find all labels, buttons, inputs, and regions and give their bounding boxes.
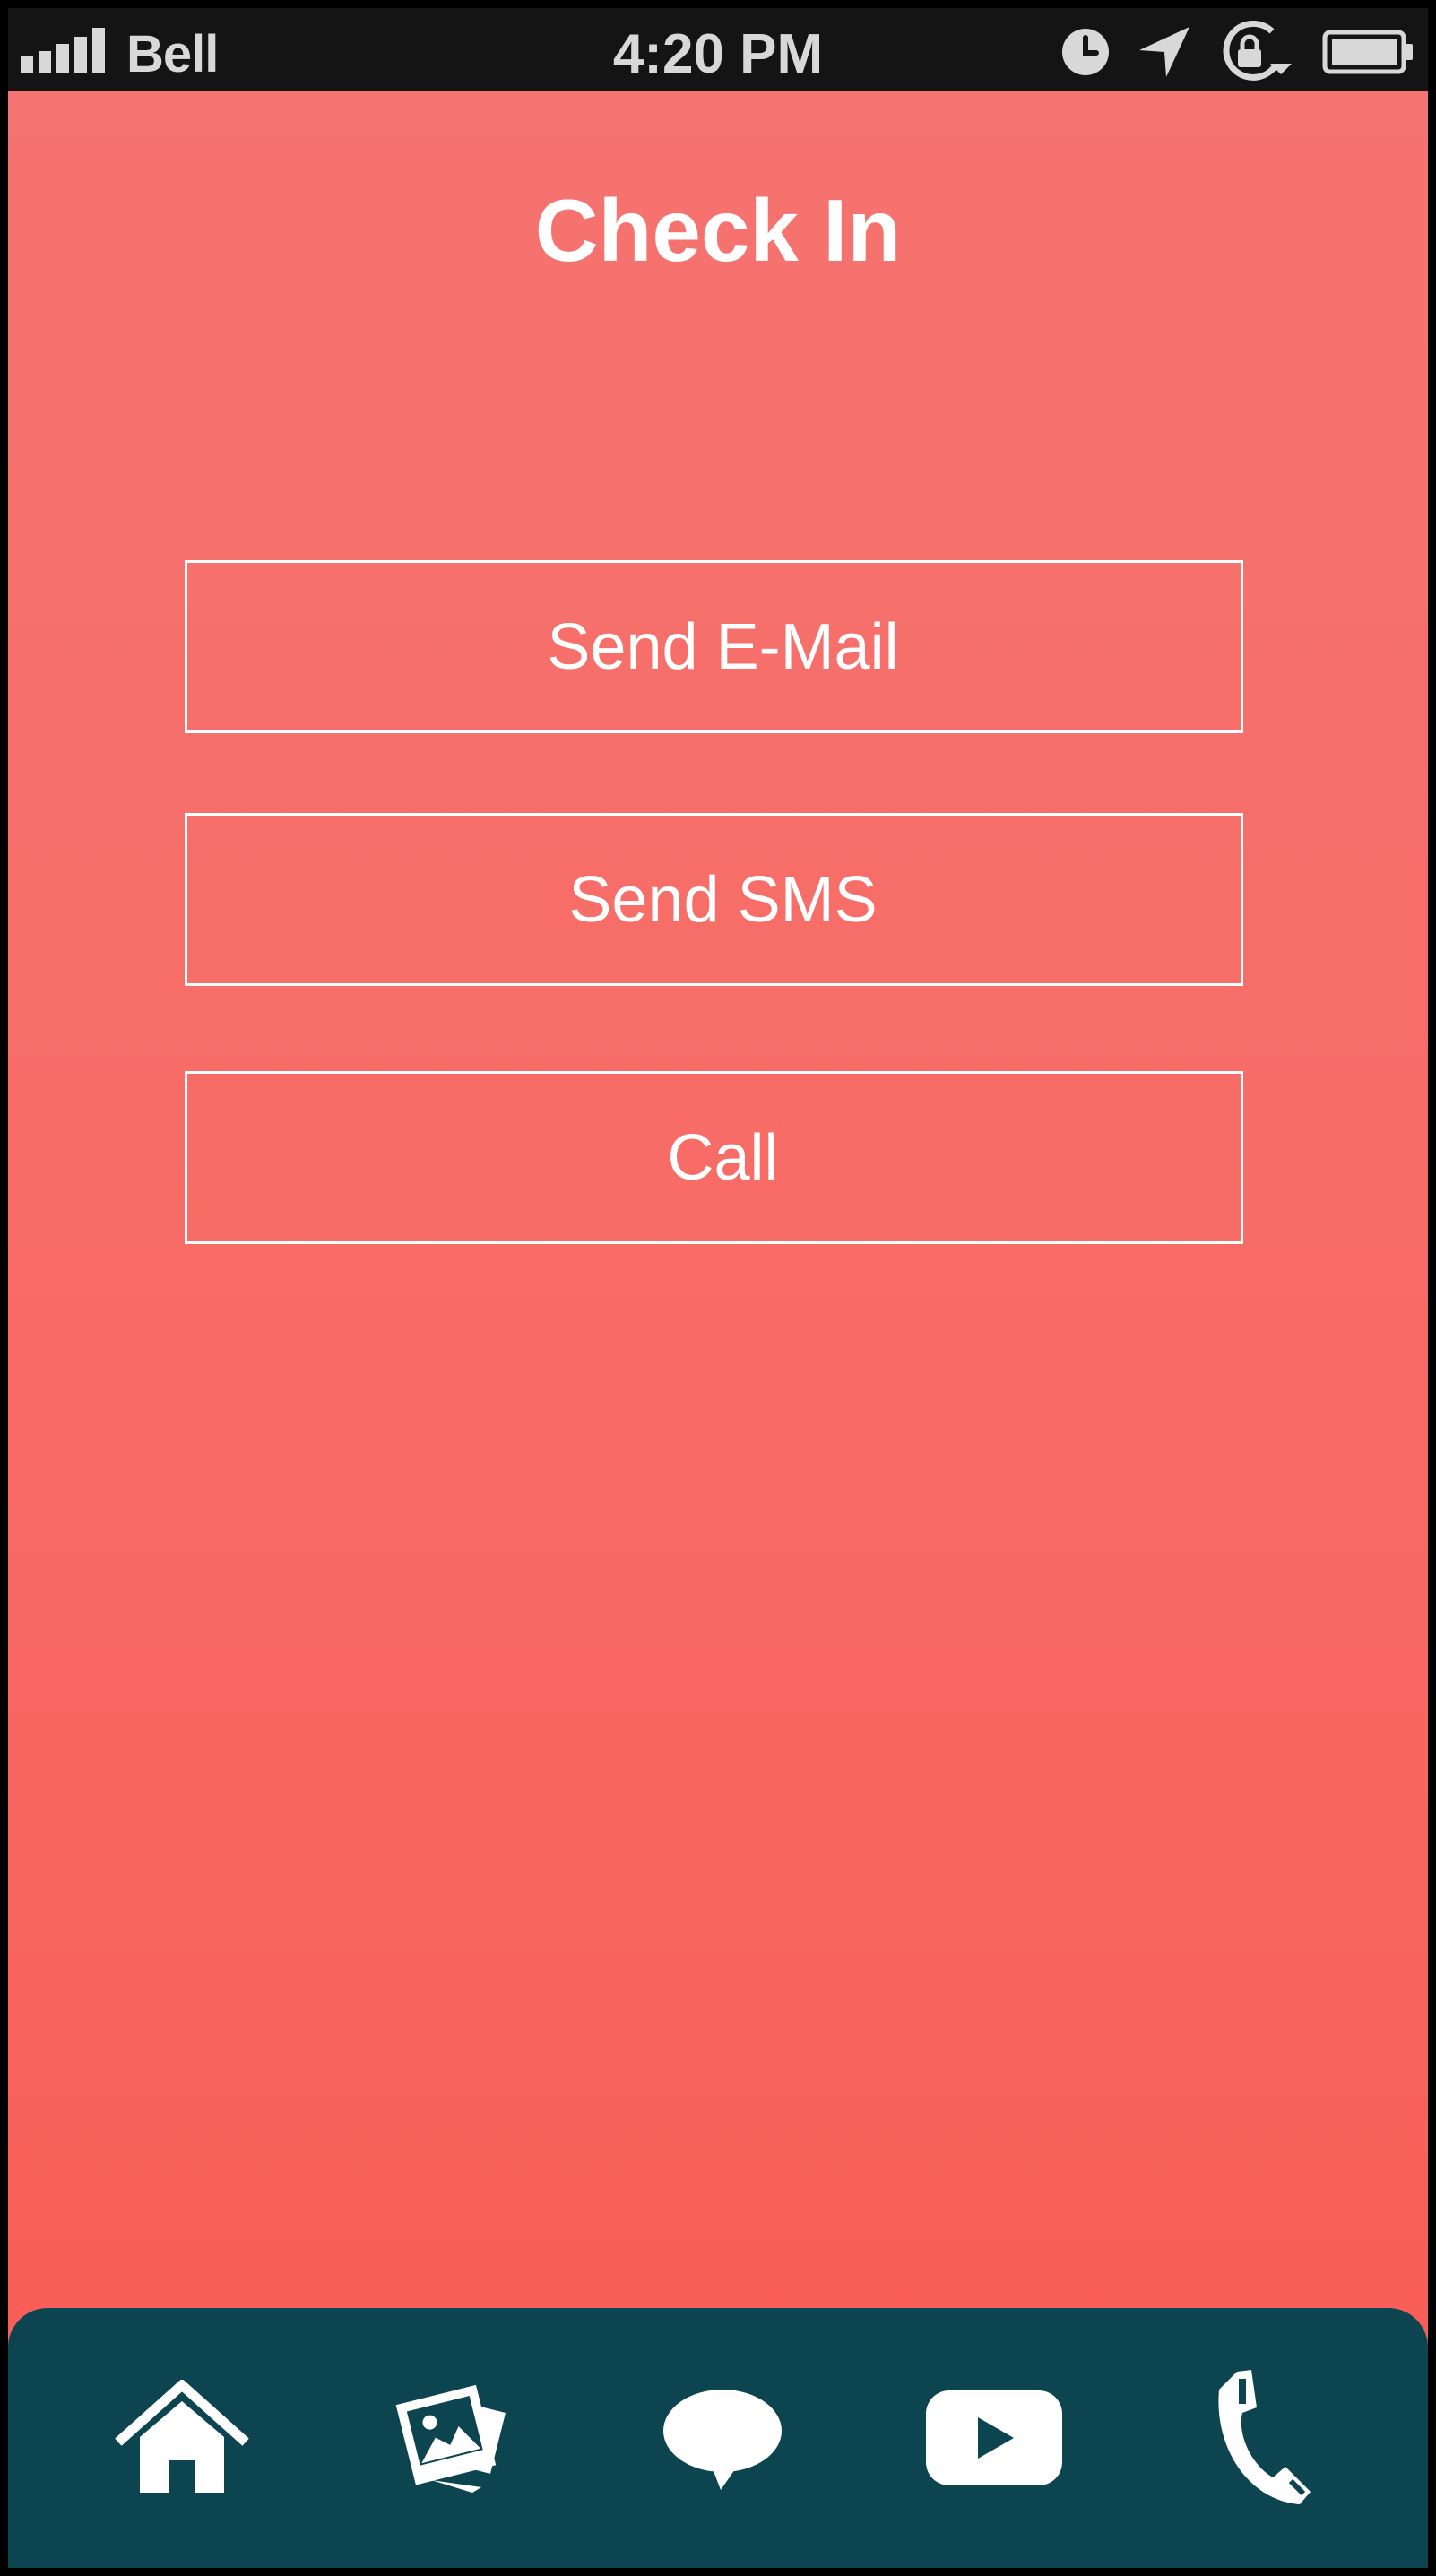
chat-bubble-icon	[663, 2390, 782, 2490]
send-email-label: Send E-Mail	[547, 610, 899, 683]
send-sms-label: Send SMS	[568, 863, 878, 936]
photos-icon	[395, 2384, 506, 2493]
tab-video[interactable]	[904, 2308, 1084, 2568]
phone-icon	[1218, 2370, 1311, 2504]
tab-bar	[8, 2308, 1428, 2568]
device-frame: Bell 4:20 PM Check In Send E-Mail Send S…	[0, 0, 1436, 2576]
tab-chat[interactable]	[633, 2308, 812, 2568]
video-play-icon	[926, 2390, 1062, 2485]
clock-icon	[1062, 29, 1109, 75]
tab-phone[interactable]	[1175, 2308, 1354, 2568]
send-sms-button[interactable]: Send SMS	[185, 813, 1243, 986]
status-bar: Bell 4:20 PM	[8, 8, 1428, 91]
page-title: Check In	[534, 181, 902, 280]
send-email-button[interactable]: Send E-Mail	[185, 560, 1243, 733]
tab-photos[interactable]	[364, 2308, 543, 2568]
status-icons	[1060, 21, 1415, 83]
call-button[interactable]: Call	[185, 1071, 1243, 1244]
check-in-screen: Check In Send E-Mail Send SMS Call	[8, 91, 1428, 2568]
call-label: Call	[667, 1121, 779, 1194]
battery-icon	[1322, 30, 1413, 74]
tab-home[interactable]	[92, 2308, 272, 2568]
home-icon	[115, 2380, 249, 2493]
rotation-lock-icon	[1223, 21, 1292, 81]
location-arrow-icon	[1139, 27, 1189, 77]
